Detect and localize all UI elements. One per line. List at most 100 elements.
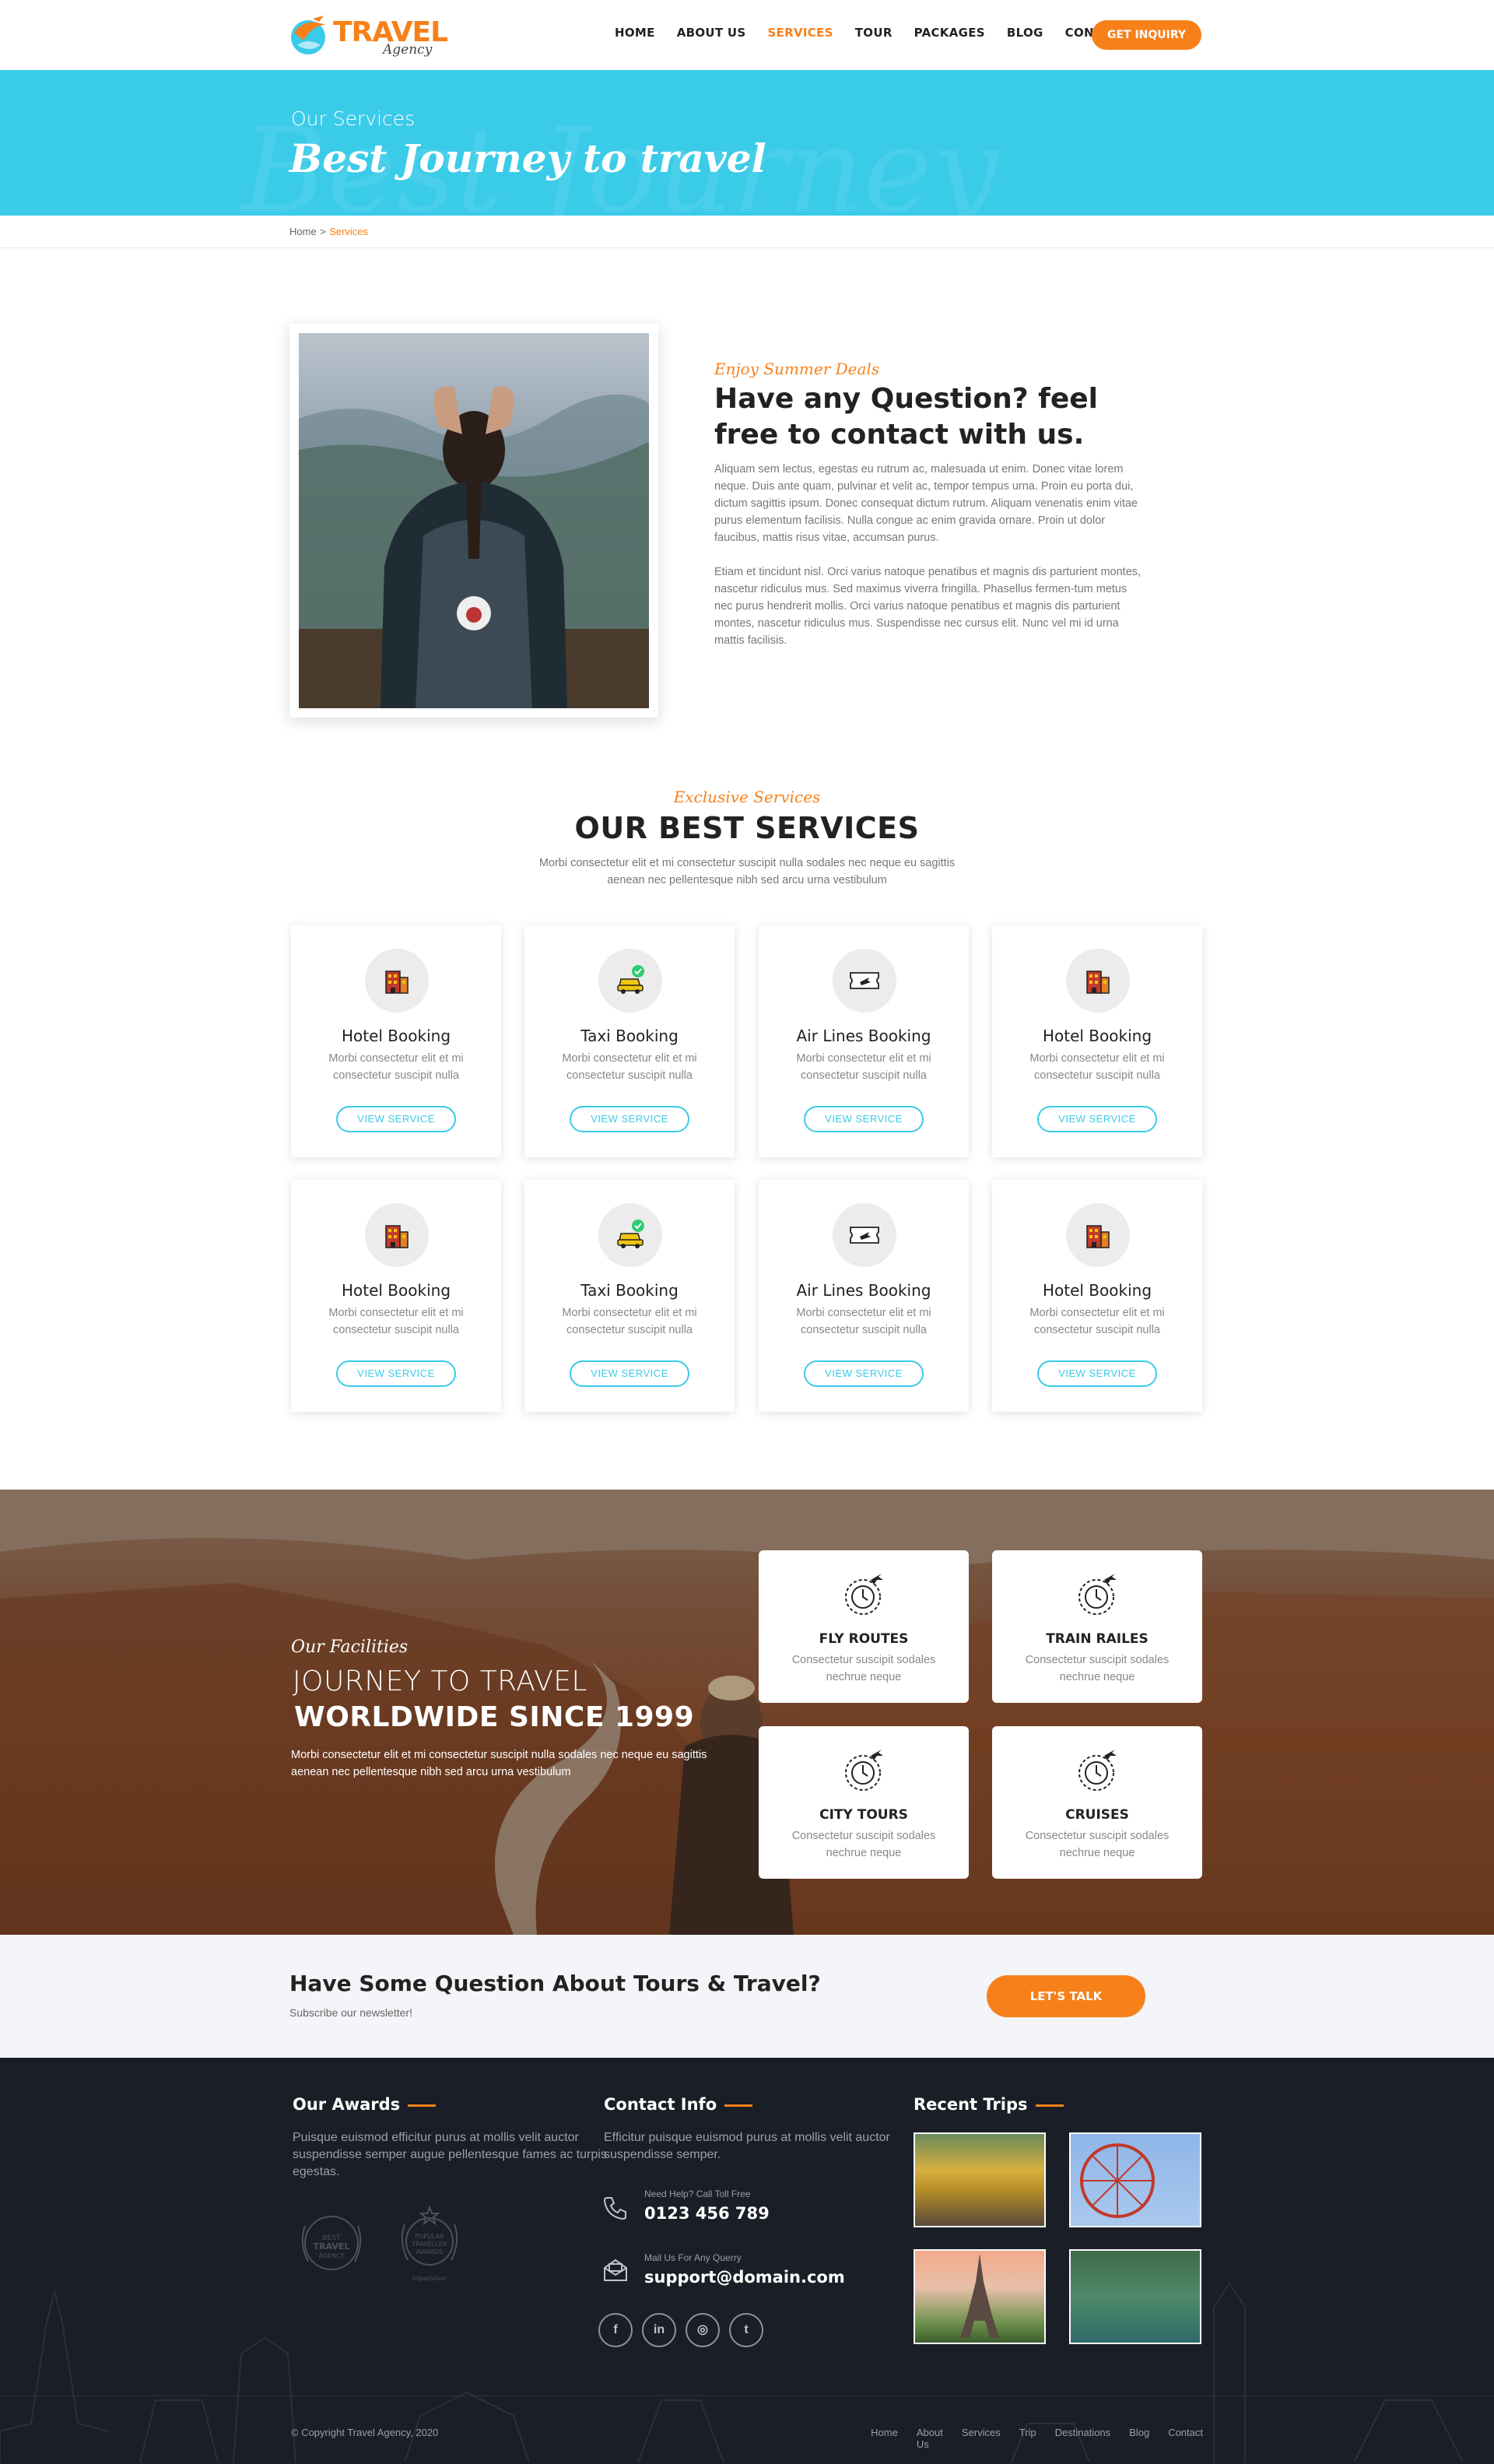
nav-tour[interactable]: TOUR	[855, 26, 893, 40]
footer-link-destinations[interactable]: Destinations	[1055, 2427, 1111, 2450]
service-card-desc: Morbi consectetur elit et mi consectetur…	[796, 1052, 931, 1082]
best-agency-award-badge: BEST TRAVEL AGENCY	[301, 2216, 362, 2270]
about-paragraph-2: Etiam et tincidunt nisl. Orci varius nat…	[714, 566, 1142, 647]
trip-thumb-tram[interactable]	[914, 2132, 1046, 2227]
breadcrumb-separator: >	[320, 226, 326, 237]
main-nav: HOME ABOUT US SERVICES TOUR PACKAGES BLO…	[615, 26, 1149, 40]
breadcrumb: Home > Services	[0, 216, 1494, 248]
service-card-desc: Morbi consectetur elit et mi consectetur…	[1029, 1052, 1165, 1082]
trip-thumb-eiffel-tower[interactable]	[914, 2249, 1046, 2344]
logo[interactable]: TRAVEL Agency	[289, 11, 448, 59]
view-service-button[interactable]: VIEW SERVICE	[570, 1106, 689, 1132]
facility-card-title: FLY ROUTES	[819, 1631, 909, 1647]
facility-card[interactable]: FLY ROUTES Consectetur suscipit sodales n…	[759, 1550, 969, 1703]
contact-heading: Contact Info	[604, 2095, 753, 2114]
recent-trips-heading: Recent Trips	[914, 2095, 1064, 2114]
nav-home[interactable]: HOME	[615, 26, 655, 40]
facilities-title-line-2: WORLDWIDE SINCE 1999	[294, 1701, 695, 1733]
about-script-heading: Enjoy Summer Deals	[714, 360, 880, 378]
footer-link-about[interactable]: About Us	[917, 2427, 943, 2450]
view-service-button[interactable]: VIEW SERVICE	[570, 1360, 689, 1387]
trip-thumb-ferris-wheel[interactable]	[1069, 2132, 1201, 2227]
service-card: Hotel Booking Morbi consectetur elit et m…	[291, 925, 501, 1157]
footer-link-trip[interactable]: Trip	[1019, 2427, 1036, 2450]
service-card: Taxi Booking Morbi consectetur elit et mi…	[524, 1180, 735, 1412]
lets-talk-button[interactable]: LET'S TALK	[987, 1975, 1145, 2017]
service-card-title: Taxi Booking	[580, 1281, 679, 1300]
phone-number[interactable]: 0123 456 789	[644, 2204, 770, 2223]
service-card-desc: Morbi consectetur elit et mi consectetur…	[1029, 1307, 1165, 1336]
twitter-icon[interactable]: t	[729, 2313, 763, 2347]
breadcrumb-home[interactable]: Home	[289, 226, 317, 237]
traveler-illustration	[299, 386, 649, 708]
facility-card-desc: Consectetur suscipit sodales nechrue neq…	[1025, 1654, 1170, 1683]
site-header: TRAVEL Agency HOME ABOUT US SERVICES TOU…	[0, 0, 1494, 70]
trip-thumb-boat[interactable]	[1069, 2249, 1201, 2344]
footer-link-services[interactable]: Services	[962, 2427, 1001, 2450]
facilities-description: Morbi consectetur elit et mi consectetur…	[291, 1749, 707, 1778]
facilities-title-line-1: JOURNEY TO TRAVEL	[293, 1665, 587, 1697]
mail-label: Mail Us For Any Querry	[644, 2252, 742, 2263]
footer-nav: Home About Us Services Trip Destinations…	[856, 2427, 1203, 2450]
service-card-title: Hotel Booking	[1042, 1027, 1152, 1045]
facility-card-title: TRAIN RAILES	[1046, 1631, 1149, 1647]
nav-services[interactable]: SERVICES	[768, 26, 833, 40]
phone-icon	[603, 2197, 626, 2220]
about-photo-frame	[289, 324, 658, 718]
logo-word-agency: Agency	[383, 42, 433, 58]
service-card-desc: Morbi consectetur elit et mi consectetur…	[562, 1307, 697, 1336]
phone-label: Need Help? Call Toll Free	[644, 2188, 751, 2199]
view-service-button[interactable]: VIEW SERVICE	[336, 1106, 456, 1132]
view-service-button[interactable]: VIEW SERVICE	[804, 1106, 924, 1132]
facilities-section: Our Facilities JOURNEY TO TRAVEL WORLDWI…	[0, 1490, 1494, 1935]
nav-packages[interactable]: PACKAGES	[914, 26, 985, 40]
nav-about[interactable]: ABOUT US	[677, 26, 746, 40]
breadcrumb-current: Services	[329, 226, 369, 237]
logo-globe-icon	[291, 16, 325, 54]
ticket-icon	[833, 1203, 896, 1267]
service-card-desc: Morbi consectetur elit et mi consectetur…	[328, 1307, 464, 1336]
service-card-title: Hotel Booking	[341, 1281, 451, 1300]
facility-card[interactable]: CITY TOURS Consectetur suscipit sodales n…	[759, 1726, 969, 1879]
svg-text:tripadvisor: tripadvisor	[412, 2275, 447, 2282]
traveler-photo	[299, 333, 649, 708]
awards-heading: Our Awards	[293, 2095, 437, 2114]
footer-link-contact[interactable]: Contact	[1168, 2427, 1203, 2450]
facility-card-desc: Consectetur suscipit sodales nechrue neq…	[1025, 1830, 1170, 1859]
svg-text:TRAVELLER: TRAVELLER	[411, 2241, 447, 2248]
copyright: © Copyright Travel Agency, 2020	[291, 2427, 439, 2438]
hotel-icon	[1066, 949, 1130, 1013]
service-card-desc: Morbi consectetur elit et mi consectetur…	[796, 1307, 931, 1336]
facility-card-desc: Consectetur suscipit sodales nechrue neq…	[791, 1654, 936, 1683]
facility-card[interactable]: CRUISES Consectetur suscipit sodales nech…	[992, 1726, 1202, 1879]
service-card: Hotel Booking Morbi consectetur elit et m…	[992, 925, 1202, 1157]
instagram-icon[interactable]: ◎	[686, 2313, 720, 2347]
about-text-block: Enjoy Summer Deals Have any Question? fe…	[714, 360, 1147, 666]
view-service-button[interactable]: VIEW SERVICE	[1037, 1106, 1157, 1132]
facility-card-desc: Consectetur suscipit sodales nechrue neq…	[791, 1830, 936, 1859]
compass-plane-icon	[845, 1574, 883, 1615]
about-title: Have any Question? feel free to contact …	[714, 383, 1098, 451]
svg-text:POPULAR: POPULAR	[415, 2233, 444, 2240]
facebook-icon[interactable]: f	[598, 2313, 633, 2347]
facility-card[interactable]: TRAIN RAILES Consectetur suscipit sodales…	[992, 1550, 1202, 1703]
compass-plane-icon	[845, 1750, 883, 1791]
get-inquiry-button[interactable]: GET INQUIRY	[1092, 20, 1201, 50]
service-card: Air Lines Booking Morbi consectetur elit …	[759, 1180, 969, 1412]
service-card-title: Hotel Booking	[1042, 1281, 1152, 1300]
services-description: Morbi consectetur elit et mi consectetur…	[538, 857, 956, 886]
footer-link-home[interactable]: Home	[871, 2427, 898, 2450]
newsletter-bar: Have Some Question About Tours & Travel?…	[0, 1935, 1494, 2058]
hotel-icon	[365, 949, 429, 1013]
service-card-title: Hotel Booking	[341, 1027, 451, 1045]
service-card: Hotel Booking Morbi consectetur elit et m…	[992, 1180, 1202, 1412]
view-service-button[interactable]: VIEW SERVICE	[1037, 1360, 1157, 1387]
ticket-icon	[833, 949, 896, 1013]
linkedin-icon[interactable]: in	[642, 2313, 676, 2347]
view-service-button[interactable]: VIEW SERVICE	[804, 1360, 924, 1387]
nav-blog[interactable]: BLOG	[1007, 26, 1043, 40]
mail-icon	[604, 2259, 627, 2281]
view-service-button[interactable]: VIEW SERVICE	[336, 1360, 456, 1387]
mail-address[interactable]: support@domain.com	[644, 2268, 845, 2287]
footer-link-blog[interactable]: Blog	[1129, 2427, 1149, 2450]
